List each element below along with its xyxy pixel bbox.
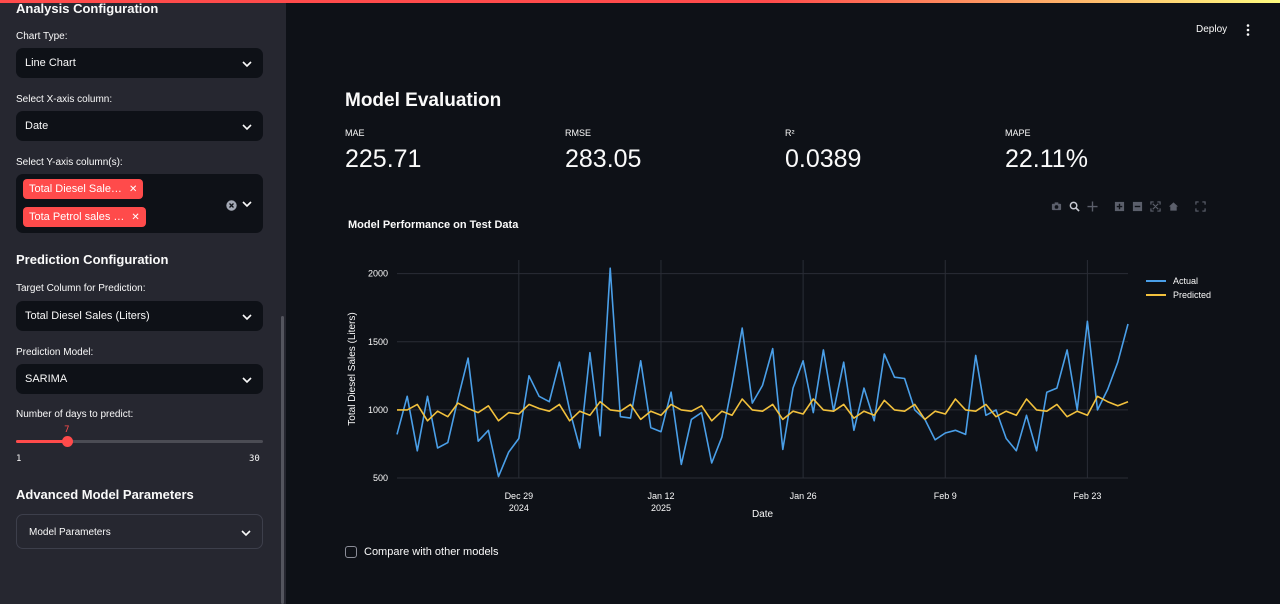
tag-label: Tota Petrol sales … (29, 211, 125, 223)
x-tick-label: Feb 9 (934, 491, 957, 501)
chart-type-value: Line Chart (25, 57, 76, 69)
slider-min: 1 (16, 454, 22, 464)
series-line-predicted[interactable] (397, 395, 1129, 422)
legend-label: Predicted (1173, 290, 1212, 300)
y-axis-tag[interactable]: Total Diesel Sale… ✕ (23, 179, 144, 199)
expander-label: Model Parameters (29, 527, 111, 538)
target-column-select[interactable]: Total Diesel Sales (Liters) (16, 301, 263, 331)
y-tick-label: 1000 (368, 405, 388, 415)
x-tick-label: Jan 12 (647, 491, 674, 501)
model-parameters-expander[interactable]: Model Parameters (16, 514, 263, 549)
target-column-value: Total Diesel Sales (Liters) (25, 310, 150, 322)
camera-icon[interactable] (1050, 200, 1063, 213)
tag-label: Total Diesel Sale… (29, 183, 122, 195)
legend-swatch (1146, 294, 1166, 296)
sidebar-scrollbar[interactable] (281, 316, 284, 604)
slider-max: 30 (249, 454, 260, 464)
metric-label: MAE (345, 128, 365, 138)
x-tick-label: Dec 29 (505, 491, 534, 501)
remove-tag-icon[interactable]: ✕ (131, 212, 139, 223)
y-axis-title: Total Diesel Sales (Liters) (347, 312, 358, 425)
zoom-out-icon[interactable] (1131, 200, 1144, 213)
legend-item-predicted[interactable]: Predicted (1146, 288, 1211, 302)
chevron-down-icon[interactable] (241, 197, 253, 209)
chart-type-select[interactable]: Line Chart (16, 48, 263, 78)
prediction-model-select[interactable]: SARIMA (16, 364, 263, 394)
days-slider[interactable] (16, 436, 263, 447)
slider-thumb[interactable] (62, 436, 74, 447)
y-tick-label: 2000 (368, 269, 388, 279)
x-axis-select[interactable]: Date (16, 111, 263, 141)
x-axis-title: Date (752, 509, 774, 520)
legend-item-actual[interactable]: Actual (1146, 274, 1211, 288)
pan-icon[interactable] (1086, 200, 1099, 213)
autoscale-icon[interactable] (1149, 200, 1162, 213)
prediction-config-heading: Prediction Configuration (16, 252, 169, 267)
chart-type-label: Chart Type: (16, 31, 68, 42)
metric-value: 22.11% (1005, 145, 1088, 173)
more-options-icon[interactable] (1244, 23, 1252, 37)
metric-value: 283.05 (565, 145, 642, 173)
y-axis-tag[interactable]: Tota Petrol sales … ✕ (23, 207, 146, 227)
x-tick-label: Feb 23 (1073, 491, 1101, 501)
home-icon[interactable] (1167, 200, 1180, 213)
metric-label: MAPE (1005, 128, 1031, 138)
chart-title: Model Performance on Test Data (348, 219, 519, 231)
metric-label: RMSE (565, 128, 592, 138)
x-tick-label: Jan 26 (790, 491, 817, 501)
chevron-down-icon (241, 57, 253, 69)
x-axis-label: Select X-axis column: (16, 94, 113, 105)
prediction-model-value: SARIMA (25, 373, 68, 385)
fullscreen-icon[interactable] (1194, 200, 1207, 213)
legend-label: Actual (1173, 276, 1199, 286)
chevron-down-icon (240, 526, 252, 538)
y-axis-multiselect[interactable]: Total Diesel Sale… ✕ Tota Petrol sales … ✕ (16, 174, 263, 233)
remove-tag-icon[interactable]: ✕ (129, 184, 137, 195)
series-line-actual[interactable] (396, 267, 1129, 478)
metric-mae: MAE 225.71 (345, 128, 421, 174)
legend-swatch (1146, 280, 1166, 282)
compare-models-label: Compare with other models (364, 546, 499, 558)
compare-models-checkbox[interactable] (345, 546, 357, 558)
x-tick-year-label: 2025 (651, 503, 671, 513)
y-tick-label: 500 (373, 473, 388, 483)
metric-value: 225.71 (345, 145, 422, 173)
y-tick-label: 1500 (368, 337, 388, 347)
days-to-predict-label: Number of days to predict: (16, 409, 134, 420)
top-accent-bar (0, 0, 1280, 3)
slider-value: 7 (64, 425, 70, 435)
prediction-model-label: Prediction Model: (16, 347, 94, 358)
metric-label: R² (785, 128, 795, 138)
target-column-label: Target Column for Prediction: (16, 283, 146, 294)
chart-modebar (1050, 200, 1207, 214)
slider-fill (16, 440, 68, 443)
line-chart[interactable]: 500 1000 1500 2000 Dec 29 2024 Jan 12 2025 Jan 2… (340, 240, 1240, 530)
chevron-down-icon (241, 310, 253, 322)
deploy-button[interactable]: Deploy (1190, 22, 1233, 37)
x-axis-value: Date (25, 120, 49, 132)
x-tick-year-label: 2024 (509, 503, 529, 513)
metric-rmse: RMSE 283.05 (565, 128, 641, 174)
chevron-down-icon (241, 373, 253, 385)
metric-r2: R² 0.0389 (785, 128, 861, 174)
metric-mape: MAPE 22.11% (1005, 128, 1088, 174)
sidebar: Analysis Configuration Chart Type: Line … (0, 0, 286, 604)
clear-all-icon[interactable] (226, 198, 237, 211)
analysis-config-heading: Analysis Configuration (16, 1, 159, 16)
zoom-in-icon[interactable] (1113, 200, 1126, 213)
y-axis-label: Select Y-axis column(s): (16, 157, 123, 168)
chevron-down-icon (241, 120, 253, 132)
advanced-params-heading: Advanced Model Parameters (16, 487, 194, 502)
zoom-icon[interactable] (1068, 200, 1081, 213)
metric-value: 0.0389 (785, 145, 862, 173)
page-title: Model Evaluation (345, 90, 502, 111)
chart-legend: Actual Predicted (1146, 274, 1211, 302)
